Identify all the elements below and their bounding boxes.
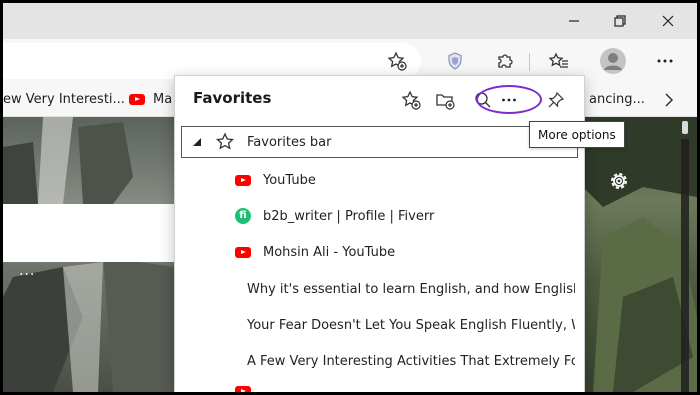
- caret-expanded-icon: [193, 138, 201, 146]
- close-icon: [662, 15, 674, 27]
- star-add-icon: [401, 90, 421, 110]
- profile-button[interactable]: [597, 45, 629, 77]
- bookmark-item[interactable]: ew Very Interesti...: [3, 83, 125, 116]
- youtube-icon: [235, 174, 251, 186]
- add-this-page-button[interactable]: [397, 86, 425, 114]
- panel-title: Favorites: [193, 89, 272, 107]
- chevron-right-icon: [665, 92, 674, 107]
- favorite-label: Your Fear Doesn't Let You Speak English …: [247, 317, 575, 333]
- star-add-icon: [387, 51, 407, 71]
- restore-button[interactable]: [597, 3, 643, 39]
- star-icon: [215, 132, 235, 150]
- minimize-icon: [569, 20, 579, 22]
- favorite-item[interactable]: Why it's essential to learn English, and…: [235, 271, 575, 307]
- favorites-button[interactable]: [545, 47, 573, 75]
- extensions-button[interactable]: [491, 47, 519, 75]
- puzzle-icon: [498, 54, 513, 68]
- favorite-item[interactable]: Mohsin Ali - YouTube: [235, 234, 575, 270]
- add-favorite-button[interactable]: [383, 47, 411, 75]
- favorites-icon: [549, 52, 568, 68]
- extension-button[interactable]: [441, 47, 469, 75]
- favorites-panel: Favorites Favorites bar YouTube fi b2b_w…: [174, 75, 585, 392]
- favorite-label: b2b_writer | Profile | Fiverr: [263, 208, 435, 224]
- settings-menu-button[interactable]: [651, 47, 679, 75]
- youtube-icon: [129, 94, 145, 105]
- pin-icon: [548, 91, 565, 108]
- ellipsis-icon: [657, 59, 673, 63]
- favorite-label: YouTube: [263, 172, 316, 188]
- youtube-icon: [235, 246, 251, 258]
- title-bar: [3, 3, 697, 39]
- profile-avatar: [600, 48, 626, 74]
- bookmark-label: Ma: [153, 92, 173, 107]
- restore-icon: [614, 15, 626, 27]
- pin-favorites-button[interactable]: [542, 86, 570, 114]
- favorite-item[interactable]: A Few Very Interesting Activities That E…: [235, 343, 575, 379]
- folder-add-icon: [436, 94, 455, 110]
- youtube-icon: [235, 386, 251, 392]
- favorites-bar-label: Favorites bar: [247, 134, 332, 150]
- favorite-item[interactable]: Your Fear Doesn't Let You Speak English …: [235, 307, 575, 343]
- favorite-item[interactable]: YouTube: [235, 162, 575, 198]
- gear-icon: [611, 173, 627, 189]
- favorite-item[interactable]: fi b2b_writer | Profile | Fiverr: [235, 198, 575, 234]
- address-bar[interactable]: [3, 43, 421, 79]
- more-options-highlight: [476, 85, 542, 114]
- add-folder-button[interactable]: [431, 86, 459, 114]
- favorites-bar-folder[interactable]: Favorites bar: [181, 126, 578, 158]
- close-button[interactable]: [645, 3, 691, 39]
- toolbar-divider: [529, 53, 530, 71]
- card-options-dots[interactable]: ···: [19, 267, 35, 283]
- bookmark-label: ancing...: [589, 92, 645, 107]
- scrollbar-track[interactable]: [681, 139, 689, 392]
- more-options-tooltip: More options: [529, 121, 625, 148]
- bookmark-item[interactable]: Ma: [129, 83, 172, 116]
- scrollbar-up[interactable]: [682, 121, 688, 134]
- favorite-label: A Few Very Interesting Activities That E…: [247, 353, 575, 369]
- forest-image: [583, 117, 697, 392]
- favorite-label: Mohsin Ali - YouTube: [263, 244, 396, 260]
- shield-extension-icon: [448, 52, 462, 70]
- fiverr-icon: fi: [235, 208, 251, 224]
- page-settings-button[interactable]: [607, 169, 631, 193]
- content-card: [3, 204, 175, 262]
- bookmark-item[interactable]: ancing...: [589, 83, 645, 116]
- browser-window: ew Very Interesti... Ma ancing... ··· Fa…: [3, 3, 697, 392]
- favorite-label: Why it's essential to learn English, and…: [247, 281, 575, 297]
- favorite-item-partial[interactable]: [235, 379, 575, 392]
- bookmarks-overflow-button[interactable]: [659, 83, 679, 116]
- bookmark-label: ew Very Interesti...: [3, 92, 125, 107]
- forest-illustration: [583, 117, 697, 392]
- minimize-button[interactable]: [551, 3, 597, 39]
